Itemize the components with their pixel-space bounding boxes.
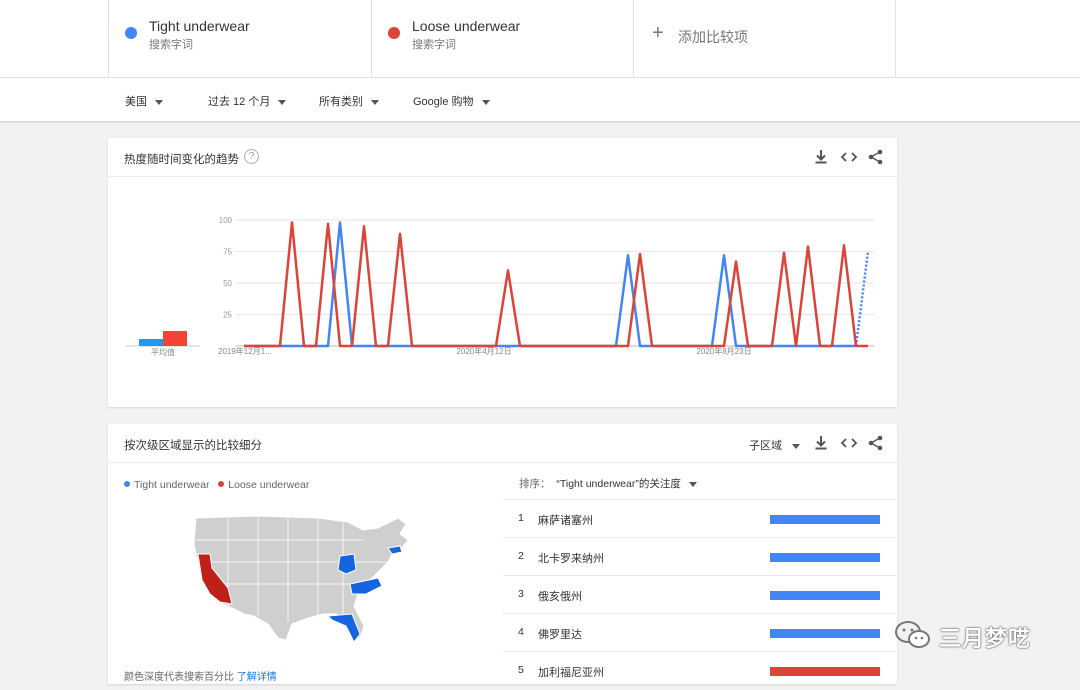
region-filter[interactable]: 美国 [125,93,163,109]
term-name: Loose underwear [412,18,521,34]
x-tick-label: 2020年8月23日 [696,346,751,356]
avg-bar [163,331,187,346]
avg-bar [139,339,163,346]
download-icon[interactable] [811,147,831,167]
watermark-text: 三月梦呓 [939,626,1032,651]
embed-icon[interactable] [839,433,859,453]
compare-bar: Tight underwear 搜索字词 Loose underwear 搜索字… [0,0,1080,78]
resolution-select-label: 子区域 [749,440,782,452]
row-share-bar [770,515,880,524]
row-rank: 2 [518,550,524,562]
chevron-down-icon [481,99,490,105]
plus-icon: + [652,22,664,44]
region-row[interactable]: 2 北卡罗来纳州 [503,537,896,576]
term-color-dot [388,27,400,39]
row-region-name: 加利福尼亚州 [538,667,604,679]
period-filter[interactable]: 过去 12 个月 [208,93,287,109]
region-row[interactable]: 3 俄亥俄州 [503,575,896,614]
legend-label: Tight underwear [134,479,210,491]
chevron-down-icon [688,481,697,487]
row-share-bar [770,591,880,600]
category-filter-label: 所有类别 [319,96,363,108]
embed-icon[interactable] [839,147,859,167]
term-color-dot [125,27,137,39]
row-share-bar [770,553,880,562]
wechat-icon [895,621,930,648]
chevron-down-icon [278,99,287,105]
avg-label: 平均值 [151,347,175,357]
x-tick-label: 2020年4月12日 [456,346,511,356]
region-breakdown-card: 按次级区域显示的比较细分 子区域 Tight underwear Loose u… [108,424,897,684]
term-type: 搜索字词 [412,39,456,51]
state-ohio [337,553,357,575]
row-rank: 4 [518,626,524,638]
card-title: 热度随时间变化的趋势 [124,154,239,166]
region-filter-label: 美国 [125,96,147,108]
download-icon[interactable] [811,433,831,453]
row-region-name: 俄亥俄州 [538,591,582,603]
card-header: 按次级区域显示的比较细分 子区域 [108,424,897,463]
footnote-text: 颜色深度代表搜索百分比 [124,672,234,683]
resolution-select[interactable]: 子区域 [749,437,800,453]
y-tick-label: 50 [223,279,232,288]
row-share-bar [770,667,880,676]
category-filter[interactable]: 所有类别 [319,93,379,109]
y-tick-label: 75 [223,248,232,257]
share-icon[interactable] [866,147,886,167]
card-title: 按次级区域显示的比较细分 [124,440,262,452]
share-icon[interactable] [866,433,886,453]
legend-dot [124,481,130,487]
legend-dot [218,481,225,487]
chevron-down-icon [792,443,800,449]
term-loose-underwear[interactable]: Loose underwear 搜索字词 [371,0,633,77]
row-rank: 1 [518,512,524,524]
add-comparison-label: 添加比较项 [678,29,748,45]
region-row[interactable]: 1 麻萨诸塞州 [503,499,896,538]
property-filter[interactable]: Google 购物 [413,93,490,109]
y-tick-label: 25 [223,311,232,320]
map-legend: Tight underwear Loose underwear [124,479,309,491]
chevron-down-icon [155,99,163,105]
row-region-name: 北卡罗来纳州 [538,553,604,565]
card-header: 热度随时间变化的趋势 ? [108,138,897,177]
add-comparison-button[interactable]: + 添加比较项 [633,0,896,77]
property-filter-label: Google 购物 [413,96,474,108]
watermark: 三月梦呓 [893,617,1063,651]
row-rank: 3 [518,588,524,600]
row-region-name: 佛罗里达 [538,629,582,641]
series-line [244,221,856,348]
region-row[interactable]: 5 加利福尼亚州 [503,651,896,690]
term-tight-underwear[interactable]: Tight underwear 搜索字词 [108,0,371,77]
chevron-down-icon [371,99,379,105]
sort-value: “Tight underwear”的关注度 [556,478,681,490]
period-filter-label: 过去 12 个月 [208,96,271,108]
interest-over-time-card: 热度随时间变化的趋势 ? 25 50 75 100 2019年12月1... 2020年4… [108,138,897,407]
row-share-bar [770,629,880,638]
y-tick-label: 100 [219,216,233,225]
x-tick-label: 2019年12月1... [218,346,272,356]
row-rank: 5 [518,664,524,676]
us-map[interactable] [188,510,428,650]
learn-more-link[interactable]: 了解详情 [237,672,277,683]
term-type: 搜索字词 [149,39,193,51]
sort-prefix: 排序： [519,478,551,490]
term-name: Tight underwear [149,18,250,34]
trend-chart: 25 50 75 100 2019年12月1... 2020年4月12日 2020年8月23… [126,216,874,357]
filter-bar: 美国 过去 12 个月 所有类别 Google 购物 [0,78,1080,122]
sort-control[interactable]: 排序： “Tight underwear”的关注度 [519,476,697,491]
series-partial-line [854,251,870,347]
legend-label: Loose underwear [228,479,310,491]
help-icon[interactable]: ? [244,149,259,164]
row-region-name: 麻萨诸塞州 [538,515,593,527]
region-row[interactable]: 4 佛罗里达 [503,613,896,652]
